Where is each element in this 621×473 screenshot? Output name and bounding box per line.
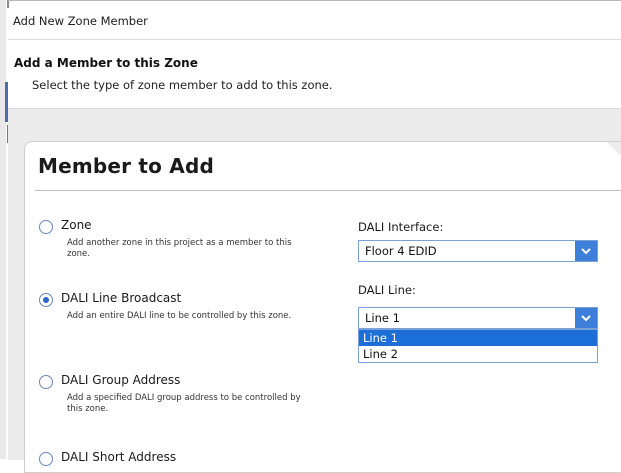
radio-dali-group-address[interactable]	[39, 375, 53, 389]
dali-line-dropdown: Line 1 Line 2	[358, 329, 598, 363]
option-dali-group-address-label: DALI Group Address	[61, 373, 181, 387]
option-dali-group-address-desc: Add a specified DALI group address to be…	[67, 393, 301, 414]
option-zone-label: Zone	[61, 218, 92, 232]
option-zone-desc: Add another zone in this project as a me…	[67, 238, 292, 259]
page-subtitle: Select the type of zone member to add to…	[32, 78, 333, 92]
radio-zone[interactable]	[39, 220, 53, 234]
content-area: Member to Add Zone Add another zone in t…	[8, 108, 621, 473]
chevron-down-icon[interactable]	[575, 308, 597, 328]
dali-line-select[interactable]: Line 1	[358, 307, 598, 329]
panel-corner	[607, 142, 621, 156]
radio-dali-line-broadcast[interactable]	[39, 293, 53, 307]
page-title: Add a Member to this Zone	[14, 56, 198, 70]
dropdown-item-line-1[interactable]: Line 1	[359, 330, 597, 346]
window-left-edge	[0, 0, 9, 459]
option-dali-line-broadcast-label: DALI Line Broadcast	[61, 291, 182, 305]
member-panel: Member to Add Zone Add another zone in t…	[24, 141, 621, 473]
radio-dali-short-address[interactable]	[39, 452, 53, 466]
dialog-title: Add New Zone Member	[13, 14, 148, 28]
chevron-down-icon[interactable]	[575, 241, 597, 261]
dali-line-value: Line 1	[365, 311, 400, 325]
dali-interface-label: DALI Interface:	[358, 220, 444, 234]
top-divider	[8, 0, 621, 1]
option-dali-short-address-label: DALI Short Address	[61, 450, 177, 464]
panel-divider	[35, 190, 621, 191]
dropdown-item-line-2[interactable]: Line 2	[359, 346, 597, 362]
dali-interface-select[interactable]: Floor 4 EDID	[358, 240, 598, 262]
header-divider	[8, 39, 621, 40]
option-dali-line-broadcast-desc: Add an entire DALI line to be controlled…	[67, 311, 292, 321]
dali-line-label: DALI Line:	[358, 283, 416, 297]
dali-interface-value: Floor 4 EDID	[365, 244, 437, 258]
edge-mark	[7, 0, 9, 8]
panel-title: Member to Add	[38, 154, 214, 178]
